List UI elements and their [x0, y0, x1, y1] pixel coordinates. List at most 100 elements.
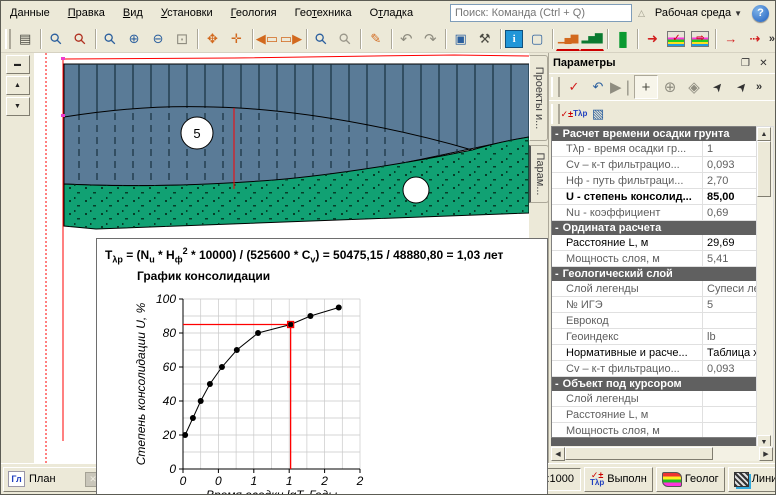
- menu-item-Правка[interactable]: Правка: [59, 3, 114, 23]
- legend-book-icon[interactable]: ❚: [610, 27, 634, 51]
- paste-icon[interactable]: ▤: [13, 27, 37, 51]
- scroll-right-icon[interactable]: ▶: [759, 447, 773, 461]
- zoom-in-icon[interactable]: ⊕: [122, 27, 146, 51]
- horizontal-scroll-thumb[interactable]: [565, 447, 713, 460]
- grid-row-value[interactable]: 1: [702, 141, 759, 156]
- grid-row-value[interactable]: 5: [702, 297, 759, 312]
- layers-export-icon[interactable]: ⇨: [691, 31, 709, 47]
- redo-icon[interactable]: ↷: [418, 27, 442, 51]
- zoom-select-secondary-icon[interactable]: ⚲: [328, 22, 362, 56]
- brush-icon[interactable]: ✎: [364, 27, 388, 51]
- grid-row[interactable]: Мощность слоя, м: [552, 423, 759, 438]
- grid-row-value[interactable]: [702, 391, 759, 406]
- toolbar-handle[interactable]: [5, 29, 11, 49]
- grid-vertical-scrollbar[interactable]: ▲ ▼: [756, 126, 774, 450]
- grid-section-header[interactable]: -Ордината расчета: [552, 221, 759, 235]
- menu-item-Данные[interactable]: Данные: [1, 3, 59, 23]
- command-search-input[interactable]: [450, 4, 632, 22]
- grid-row-value[interactable]: 2,70: [702, 173, 759, 188]
- grid-row[interactable]: Слой легендыСупеси лес: [552, 281, 759, 297]
- cursor-text-icon[interactable]: ➤: [725, 70, 759, 104]
- scroll-down-button[interactable]: ▼: [6, 97, 30, 116]
- run-calculation-icon[interactable]: ✓±Тλр: [562, 102, 586, 126]
- help-icon[interactable]: ?: [752, 5, 769, 22]
- grid-horizontal-scrollbar[interactable]: ◀ ▶: [551, 446, 773, 461]
- zoom-window-icon[interactable]: ⊡: [170, 27, 194, 51]
- zoom-previous-icon[interactable]: ⚲: [63, 22, 97, 56]
- grid-row[interactable]: Тλр - время осадки гр...1: [552, 141, 759, 157]
- status-button-Геолог[interactable]: Геолог: [656, 467, 725, 492]
- menu-item-Геотехника[interactable]: Геотехника: [286, 3, 361, 23]
- grid-row[interactable]: Нормативные и расче...Таблица ха: [552, 345, 759, 361]
- fit-extents-icon[interactable]: ✛: [225, 27, 249, 51]
- toolbox-icon[interactable]: ▣: [449, 27, 473, 51]
- scroll-up-button[interactable]: ▲: [6, 76, 30, 95]
- capture-circle-icon[interactable]: ⊕: [658, 75, 682, 99]
- capture-cross-icon[interactable]: +: [634, 75, 658, 99]
- collapse-icon[interactable]: -: [555, 128, 559, 140]
- grid-row-value[interactable]: [702, 423, 759, 438]
- apply-layers-icon[interactable]: ✓: [667, 31, 685, 47]
- view-tab-План[interactable]: ГлПлан✕: [3, 467, 106, 492]
- menu-item-Геология[interactable]: Геология: [222, 3, 286, 23]
- grid-row[interactable]: Cv – к-т фильтрацио...0,093: [552, 157, 759, 173]
- grid-row-value[interactable]: [702, 313, 759, 328]
- zoom-out-icon[interactable]: ⊖: [146, 27, 170, 51]
- grid-row-value[interactable]: 29,69: [702, 235, 759, 250]
- vertical-scroll-thumb[interactable]: [757, 141, 771, 197]
- info-icon[interactable]: i: [505, 30, 523, 48]
- grid-row[interactable]: № ИГЭ5: [552, 297, 759, 313]
- grid-row[interactable]: U - степень консолид...85,00: [552, 189, 759, 205]
- grid-row[interactable]: Nu - коэффициент0,69: [552, 205, 759, 221]
- workspace-menu[interactable]: Рабочая среда ▼: [651, 5, 746, 21]
- grid-row[interactable]: Расстояние L, м: [552, 407, 759, 423]
- frame-select-icon[interactable]: ▢: [525, 27, 549, 51]
- toolbar-overflow-icon[interactable]: »: [769, 33, 775, 45]
- menu-item-Вид[interactable]: Вид: [114, 3, 152, 23]
- grid-row-value[interactable]: 0,093: [702, 361, 759, 376]
- menu-item-Установки[interactable]: Установки: [152, 3, 222, 23]
- grid-row-value[interactable]: Таблица ха: [702, 345, 759, 360]
- preview-chart-icon[interactable]: ▧: [586, 102, 610, 126]
- grid-section-header[interactable]: -Объект под курсором: [552, 377, 759, 391]
- collapse-icon[interactable]: -: [555, 378, 559, 390]
- grid-row-value[interactable]: 0,69: [702, 205, 759, 220]
- scale-decrease-icon[interactable]: ◀▭: [255, 27, 279, 51]
- grid-row[interactable]: Расстояние L, м29,69: [552, 235, 759, 251]
- side-tab-1[interactable]: Проекты и...: [529, 55, 548, 141]
- line-arrow-icon[interactable]: →: [719, 27, 743, 51]
- pin-icon[interactable]: △: [638, 8, 645, 19]
- float-panel-icon[interactable]: ❐: [738, 56, 753, 70]
- params-toolbar-handle[interactable]: [551, 77, 560, 97]
- tools-hammer-icon[interactable]: ⚒: [473, 27, 497, 51]
- grid-row[interactable]: Мощность слоя, м5,41: [552, 251, 759, 267]
- tab-longitudinal-profile[interactable]: Продольный профиль: [1, 308, 34, 320]
- apply-check-icon[interactable]: ✓: [562, 75, 586, 99]
- collapse-icon[interactable]: -: [555, 222, 559, 234]
- params-toolbar2-handle[interactable]: [551, 104, 560, 124]
- side-tab-2[interactable]: Парам...: [529, 145, 549, 203]
- grid-section-header[interactable]: -Расчет времени осадки грунта: [552, 127, 759, 141]
- grid-row-value[interactable]: 5,41: [702, 251, 759, 266]
- export-section-icon[interactable]: ➜: [640, 27, 664, 51]
- profile-chart-icon[interactable]: ▁▄▆: [556, 26, 580, 51]
- status-button-Линии[interactable]: Линии: [728, 467, 776, 492]
- collapse-strip-button[interactable]: ▬: [6, 55, 30, 74]
- scale-increase-icon[interactable]: ▭▶: [279, 27, 303, 51]
- grid-row-value[interactable]: [702, 407, 759, 422]
- grid-row[interactable]: Слой легенды: [552, 391, 759, 407]
- collapse-icon[interactable]: -: [555, 268, 559, 280]
- scroll-left-icon[interactable]: ◀: [551, 447, 565, 461]
- grid-row-value[interactable]: Супеси лес: [702, 281, 759, 296]
- undo-edit-icon[interactable]: ↶: [586, 75, 610, 99]
- grid-row[interactable]: Еврокод: [552, 313, 759, 329]
- grid-row-value[interactable]: 0,093: [702, 157, 759, 172]
- grid-row[interactable]: Нф - путь фильтраци...2,70: [552, 173, 759, 189]
- grid-row[interactable]: Cv – к-т фильтрацио...0,093: [552, 361, 759, 377]
- pan-hand-icon[interactable]: ✥: [201, 27, 225, 51]
- grid-section-header[interactable]: -Геологический слой: [552, 267, 759, 281]
- menu-item-Отладка[interactable]: Отладка: [361, 3, 423, 23]
- grid-row-value[interactable]: 85,00: [702, 189, 759, 204]
- grid-row[interactable]: Геоиндексlb: [552, 329, 759, 345]
- status-button-Выполн[interactable]: ✓±ТλрВыполн: [584, 467, 653, 492]
